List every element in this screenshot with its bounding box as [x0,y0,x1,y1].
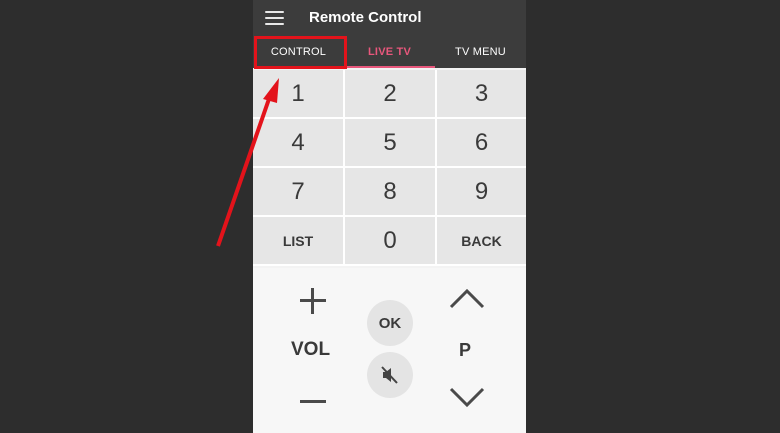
app-bar: Remote Control [253,0,526,36]
back-button[interactable]: BACK [437,217,526,264]
vol-label: VOL [291,339,331,360]
chevron-up-icon [449,288,485,309]
key-6[interactable]: 6 [437,119,526,166]
hamburger-menu-icon[interactable] [265,11,284,25]
mute-button[interactable] [367,352,413,398]
tab-tv-menu[interactable]: TV MENU [435,36,526,68]
channel-down-button[interactable] [448,386,486,410]
minus-icon[interactable] [300,397,326,407]
key-4[interactable]: 4 [253,119,343,166]
key-2[interactable]: 2 [345,70,435,117]
ok-button[interactable]: OK [367,300,413,346]
key-7[interactable]: 7 [253,168,343,215]
control-pad: VOL OK P [253,268,526,433]
number-keypad: 1 2 3 4 5 6 7 8 9 LIST 0 BACK [253,70,526,266]
key-9[interactable]: 9 [437,168,526,215]
tab-live-tv[interactable]: LIVE TV [344,36,435,68]
mute-icon [381,366,398,384]
key-8[interactable]: 8 [345,168,435,215]
chevron-down-icon [449,387,485,408]
channel-label: P [459,340,472,360]
channel-up-button[interactable] [448,286,486,310]
app-title: Remote Control [309,9,422,26]
key-3[interactable]: 3 [437,70,526,117]
list-button[interactable]: LIST [253,217,343,264]
annotation-highlight-box [254,36,347,69]
key-1[interactable]: 1 [253,70,343,117]
key-0[interactable]: 0 [345,217,435,264]
key-5[interactable]: 5 [345,119,435,166]
plus-icon[interactable] [298,286,328,316]
